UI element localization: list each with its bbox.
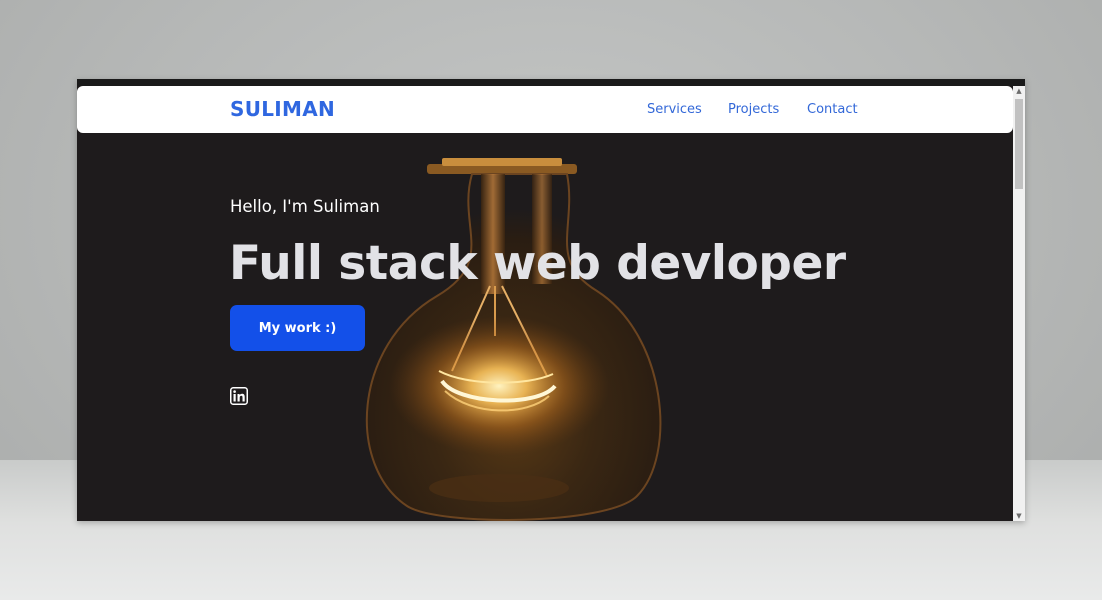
scrollbar-thumb[interactable] xyxy=(1015,99,1023,189)
hero-headline: Full stack web devloper xyxy=(229,236,846,291)
scroll-down-arrow-icon[interactable]: ▼ xyxy=(1013,511,1025,521)
nav-link-contact[interactable]: Contact xyxy=(807,102,858,117)
top-navbar: SULIMAN Services Projects Contact xyxy=(77,86,1013,133)
page-viewport: SULIMAN Services Projects Contact Hello,… xyxy=(77,86,1013,521)
nav-link-services[interactable]: Services xyxy=(647,102,702,117)
nav-link-projects[interactable]: Projects xyxy=(728,102,779,117)
vertical-scrollbar[interactable]: ▲ ▼ xyxy=(1013,86,1025,521)
my-work-button[interactable]: My work :) xyxy=(230,305,365,351)
browser-window: SULIMAN Services Projects Contact Hello,… xyxy=(77,79,1025,521)
linkedin-icon[interactable] xyxy=(230,387,248,405)
scroll-up-arrow-icon[interactable]: ▲ xyxy=(1013,86,1025,96)
hero-section: Hello, I'm Suliman Full stack web devlop… xyxy=(77,86,1013,521)
browser-top-edge xyxy=(77,79,1025,86)
brand-logo[interactable]: SULIMAN xyxy=(230,97,335,121)
hero-greeting: Hello, I'm Suliman xyxy=(230,197,380,216)
